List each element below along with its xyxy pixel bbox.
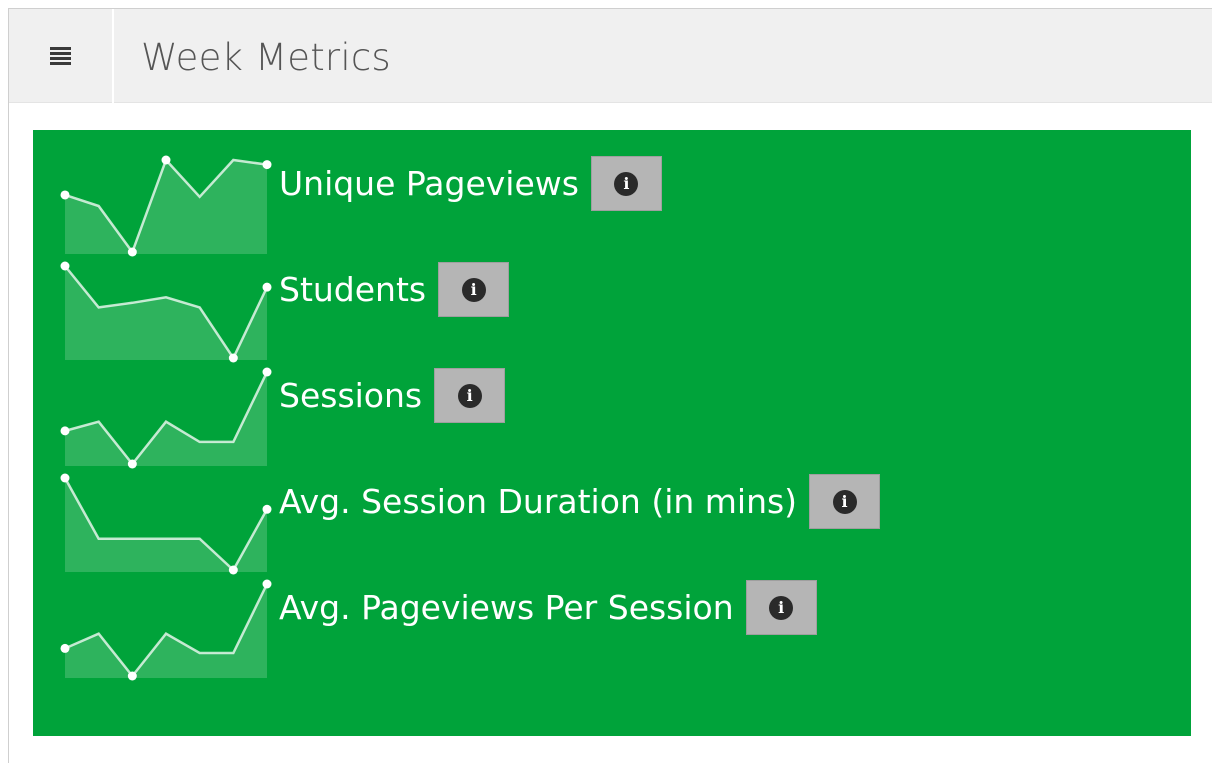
metric-row-sessions: Sessions i (33, 364, 1191, 470)
sparkline-point (161, 155, 171, 165)
info-button-avg-session-duration[interactable]: i (809, 474, 881, 529)
metric-title: Unique Pageviews (279, 164, 579, 203)
info-button-unique-pageviews[interactable]: i (590, 156, 662, 211)
sparkline-point (60, 643, 70, 653)
metric-row-avg-pageviews-per-session: Avg. Pageviews Per Session i (33, 576, 1191, 682)
sparkline-area (65, 266, 267, 360)
info-icon: i (457, 383, 482, 408)
metric-label-avg-session-duration: Avg. Session Duration (in mins) i (279, 474, 881, 529)
sparkline-sessions (60, 367, 272, 469)
sparkline-point (228, 565, 238, 575)
sparkline-avg-session-duration (60, 473, 272, 575)
hamburger-menu-icon (50, 46, 71, 66)
sparkline-point (60, 473, 70, 483)
metric-label-unique-pageviews: Unique Pageviews i (279, 156, 662, 211)
info-button-students[interactable]: i (438, 262, 510, 317)
sparkline-point (228, 353, 238, 363)
sparkline-point (127, 247, 137, 257)
sparkline-point (262, 160, 272, 170)
info-button-sessions[interactable]: i (434, 368, 506, 423)
app-frame: Week Metrics Unique Pageviews i Students i S… (8, 8, 1212, 763)
sparkline-area (65, 584, 267, 678)
metric-title: Sessions (279, 376, 423, 415)
metric-label-students: Students i (279, 262, 510, 317)
metric-row-avg-session-duration: Avg. Session Duration (in mins) i (33, 470, 1191, 576)
info-icon: i (461, 277, 486, 302)
metric-title: Students (279, 270, 427, 309)
sparkline-area (65, 160, 267, 254)
info-icon: i (832, 489, 857, 514)
sparkline-point (262, 367, 272, 377)
sparkline-students (60, 261, 272, 363)
sparkline-area (65, 372, 267, 466)
sparkline-point (60, 190, 70, 200)
sparkline-point (127, 459, 137, 469)
sparkline-unique-pageviews (60, 155, 272, 257)
sparkline-point (127, 671, 137, 681)
metric-title: Avg. Pageviews Per Session (279, 588, 734, 627)
sparkline-point (262, 579, 272, 589)
menu-button[interactable] (9, 9, 114, 103)
info-icon: i (614, 171, 639, 196)
info-button-avg-pageviews-per-session[interactable]: i (745, 580, 817, 635)
sparkline-point (60, 426, 70, 436)
sparkline-avg-pageviews-per-session (60, 579, 272, 681)
page-title: Week Metrics (141, 36, 391, 79)
info-icon: i (769, 595, 794, 620)
metric-row-students: Students i (33, 258, 1191, 364)
metrics-panel: Unique Pageviews i Students i Sessions i Avg. … (33, 130, 1191, 736)
sparkline-area (65, 478, 267, 572)
metric-label-sessions: Sessions i (279, 368, 506, 423)
sparkline-point (262, 282, 272, 292)
metric-title: Avg. Session Duration (in mins) (279, 482, 798, 521)
sparkline-point (262, 504, 272, 514)
sparkline-point (60, 261, 70, 271)
header-bar: Week Metrics (9, 9, 1212, 103)
metric-row-unique-pageviews: Unique Pageviews i (33, 152, 1191, 258)
metric-label-avg-pageviews-per-session: Avg. Pageviews Per Session i (279, 580, 817, 635)
